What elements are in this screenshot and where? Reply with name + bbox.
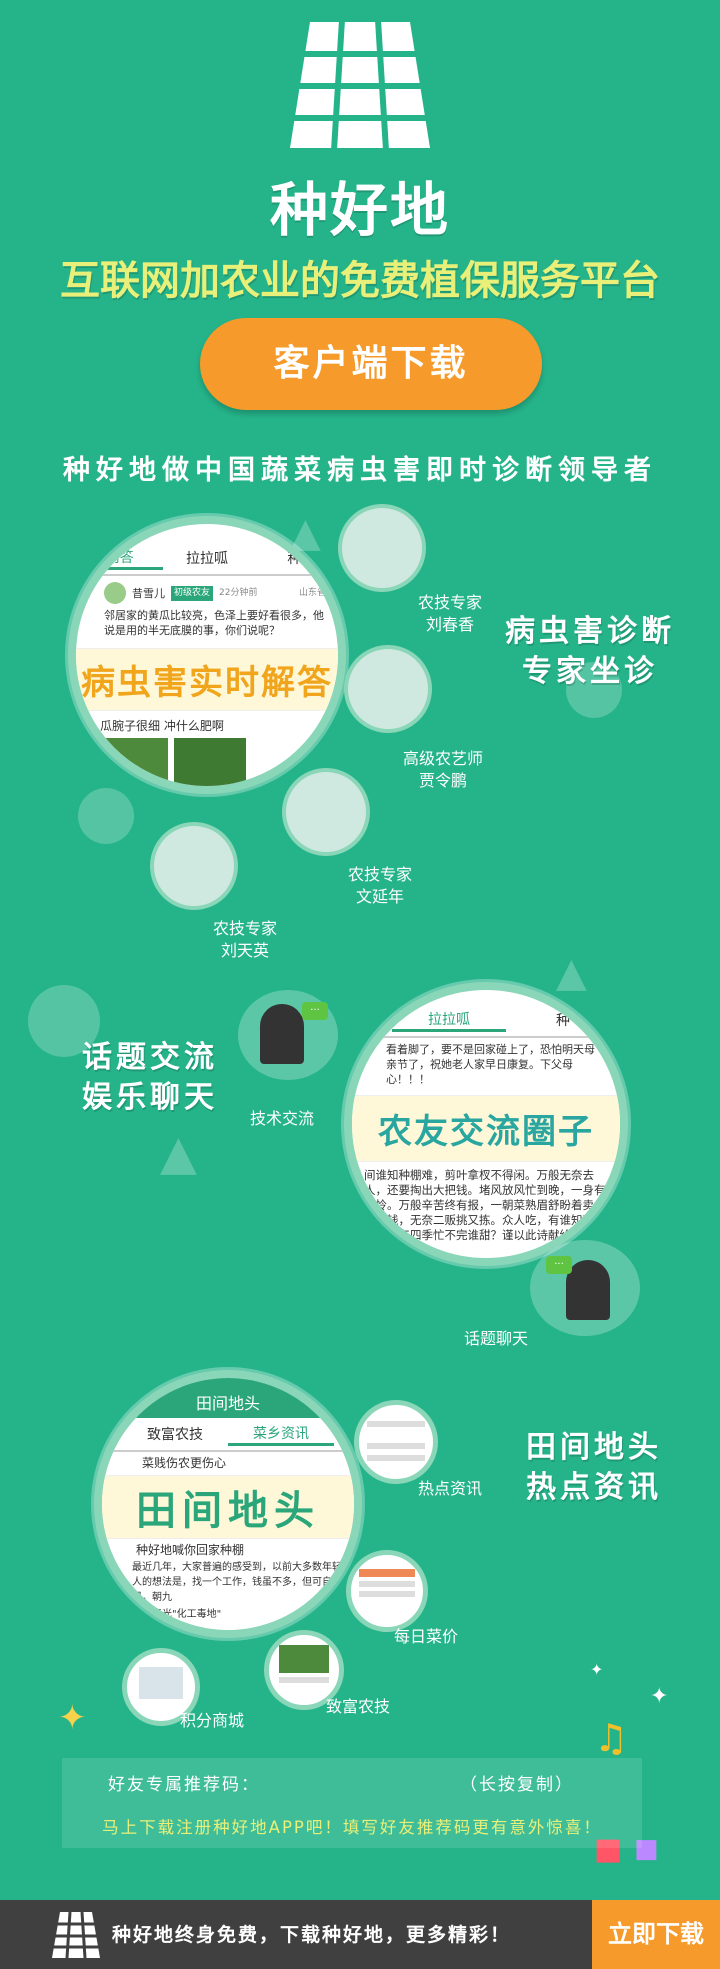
referral-promo: 马上下载注册种好地APP吧！填写好友推荐码更有意外惊喜！: [102, 1818, 602, 1837]
expert-avatar[interactable]: [344, 645, 432, 733]
feature-field: 田间地头 热点资讯: [494, 1428, 694, 1508]
price-thumb[interactable]: [346, 1550, 428, 1632]
feature-line: 田间地头: [526, 1430, 662, 1465]
brand-title: 种好地: [269, 176, 450, 244]
expert-avatar[interactable]: [282, 768, 370, 856]
tech-chat-bubble[interactable]: ···: [238, 990, 338, 1080]
tab-chat[interactable]: 拉拉呱: [163, 548, 250, 568]
expert-title: 高级农艺师: [402, 749, 483, 768]
tree-icon: ▲: [556, 950, 587, 996]
person-avatar: [260, 1004, 304, 1064]
chat-icon: ···: [302, 1002, 328, 1020]
decor-bubble: [78, 788, 134, 844]
feature-diagnosis: 病虫害诊断 专家坐诊: [480, 612, 700, 692]
feature-line: 病虫害诊断: [505, 614, 675, 649]
qa-preview-circle[interactable]: 问答 拉拉呱 种 昔雪儿 初级农友 22分钟前 山东省 邻居家的黄瓜比较亮，色泽…: [68, 516, 346, 794]
tech-caption: 技术交流: [249, 1109, 314, 1128]
tech-caption: 致富农技: [325, 1697, 390, 1716]
tab-tech[interactable]: 致富农技: [122, 1424, 228, 1444]
post2-title: 瓜腕子很细 冲什么肥啊: [100, 719, 224, 733]
post-card[interactable]: 昔雪儿 初级农友 22分钟前 山东省 邻居家的黄瓜比较亮，色泽上要好看很多，他说…: [76, 576, 338, 638]
referral-label: 好友专属推荐码：: [108, 1775, 260, 1795]
price-caption: 每日菜价: [393, 1627, 458, 1646]
avatar: [104, 582, 126, 604]
expert-title: 农技专家: [347, 865, 412, 884]
feature-chat: 话题交流 娱乐聊天: [50, 1038, 250, 1118]
topic-caption: 话题聊天: [463, 1329, 528, 1348]
app-tabs: 拉拉呱 种: [352, 1004, 620, 1038]
leader-slogan: 种好地做中国蔬菜病虫害即时诊断领导者: [63, 455, 657, 486]
sparkle-icon: ✦: [590, 1660, 604, 1679]
expert-title: 农技专家: [212, 919, 277, 938]
feature-line: 话题交流: [82, 1040, 218, 1075]
tab-chat[interactable]: 拉拉呱: [392, 1009, 506, 1032]
tab-plant[interactable]: 种: [251, 548, 338, 568]
hot-news-thumb[interactable]: [354, 1400, 438, 1484]
post-user: 昔雪儿: [132, 586, 165, 600]
big-label: 农友交流圈子: [352, 1095, 620, 1162]
tab-news[interactable]: 菜乡资讯: [228, 1423, 334, 1446]
party-icon: ✦: [58, 1698, 87, 1738]
footer-slogan: 种好地终身免费，下载种好地，更多精彩！: [112, 1924, 512, 1946]
big-label: 田间地头: [102, 1475, 354, 1539]
download-now-button[interactable]: 立即下载: [592, 1900, 720, 1969]
expert-caption: 高级农艺师 贾令鹏: [383, 748, 503, 792]
feature-line: 娱乐聊天: [82, 1080, 218, 1115]
feature-line: 专家坐诊: [522, 654, 658, 689]
expert-avatar[interactable]: [338, 504, 426, 592]
app-title: 田间地头: [102, 1378, 354, 1418]
expert-name: 刘天英: [220, 941, 269, 960]
mall-caption: 积分商城: [179, 1711, 244, 1730]
person-avatar: [566, 1260, 610, 1320]
app-tabs: 致富农技 菜乡资讯: [102, 1418, 354, 1452]
headline: 菜贱伤农更伤心: [142, 1456, 227, 1470]
expert-caption: 农技专家 刘天英: [185, 918, 305, 962]
chat-icon: ···: [546, 1256, 572, 1274]
expert-caption: 农技专家 文延年: [320, 864, 440, 908]
post-text: 邻居家的黄瓜比较亮，色泽上要好看很多，他说是用的半无底膜的事，你们说呢？: [104, 609, 324, 637]
expert-name: 文延年: [355, 887, 404, 906]
field-preview-circle[interactable]: 田间地头 致富农技 菜乡资讯 菜贱伤农更伤心 田间地头 种好地喊你回家种棚 最近…: [94, 1370, 362, 1638]
feature-line: 热点资讯: [526, 1470, 662, 1505]
tab-qa[interactable]: 问答: [76, 547, 164, 570]
expert-avatar[interactable]: [150, 822, 238, 910]
expert-name: 贾令鹏: [418, 771, 467, 790]
hot-news-caption: 热点资讯: [417, 1479, 482, 1498]
article-title: 种好地喊你回家种棚: [136, 1543, 245, 1557]
topic-chat-bubble[interactable]: ···: [530, 1240, 640, 1336]
post-time: 22分钟前: [219, 587, 258, 598]
expert-caption: 农技专家 刘春香: [390, 592, 510, 636]
post-badge: 初级农友: [171, 585, 214, 601]
bell-icon: ♫: [594, 1716, 629, 1760]
tab-plant[interactable]: 种: [506, 1010, 620, 1030]
post-location: 山东省: [298, 587, 326, 598]
expert-title: 农技专家: [417, 593, 482, 612]
post-text: 看着脚了，要不是回家碰上了，恐怕明天母亲节了，祝她老人家早日康复。下父母心！！！: [386, 1043, 595, 1086]
community-preview-circle[interactable]: 拉拉呱 种 看着脚了，要不是回家碰上了，恐怕明天母亲节了，祝她老人家早日康复。下…: [344, 982, 628, 1266]
expert-name: 刘春香: [425, 615, 474, 634]
sparkle-icon: ✦: [650, 1684, 669, 1709]
article-foot: 毒光"化工毒地": [152, 1609, 222, 1620]
footer-logo-icon: [52, 1911, 100, 1959]
client-download-button[interactable]: 客户端下载: [200, 318, 542, 410]
copy-hint[interactable]: （长按复制）: [460, 1770, 574, 1795]
big-label: 病虫害实时解答: [76, 648, 338, 711]
tagline: 互联网加农业的免费植保服务平台: [60, 258, 660, 304]
tree-icon: ▲: [160, 1125, 197, 1181]
article-text: 最近几年，大家普遍的感受到，以前大多数年轻人的想法是，找一个工作，钱虽不多，但可…: [132, 1562, 342, 1603]
